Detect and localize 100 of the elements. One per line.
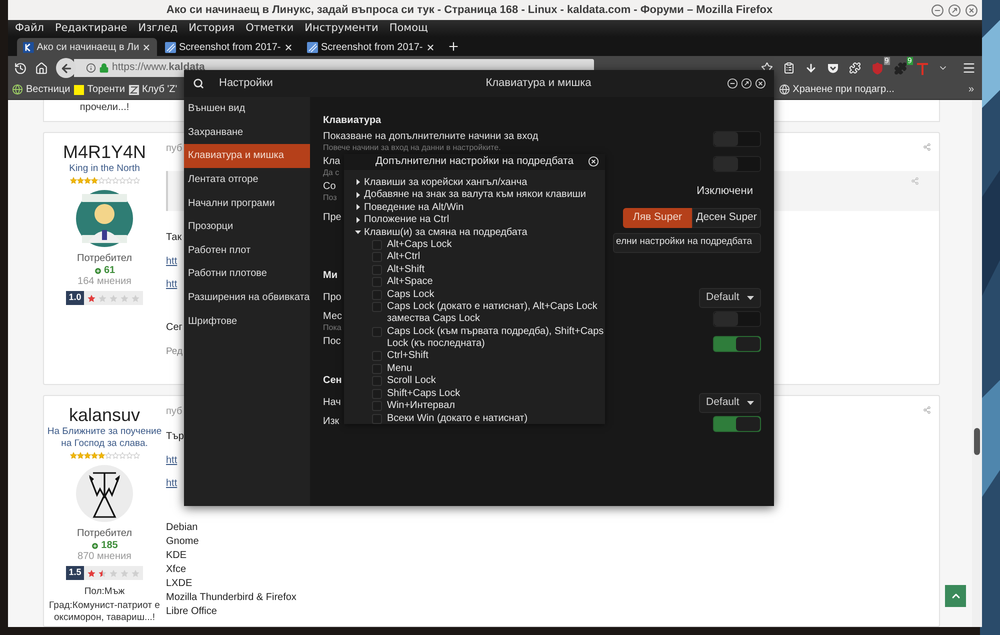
checkbox[interactable]	[372, 240, 382, 250]
scrollbar-thumb[interactable]	[974, 428, 980, 455]
close-tab-icon[interactable]	[284, 42, 293, 52]
more-bookmarks[interactable]: »	[968, 82, 974, 97]
option-label[interactable]: Menu	[387, 362, 605, 375]
search-icon[interactable]	[193, 78, 204, 89]
sidebar-item[interactable]: Работен плот	[184, 238, 310, 262]
menu-item[interactable]: История	[188, 20, 235, 36]
menu-item[interactable]: Помощ	[389, 20, 428, 36]
sidebar-item[interactable]: Клавиатура и мишка	[184, 144, 310, 168]
scroll-top-button[interactable]	[945, 585, 966, 607]
sidebar-item[interactable]: Лентата отгоре	[184, 168, 310, 192]
sidebar-item[interactable]: Разширения на обвивката	[184, 286, 310, 310]
tree-item[interactable]: Клавиши за корейски хангъл/ханча	[364, 174, 528, 190]
bookmark-item[interactable]: Вестници	[12, 82, 70, 97]
checkbox[interactable]	[372, 326, 382, 337]
checkbox[interactable]	[372, 264, 382, 275]
history-icon[interactable]	[14, 62, 27, 74]
checkbox[interactable]	[372, 351, 382, 362]
dropdown[interactable]: Default	[699, 392, 761, 412]
toggle-switch[interactable]	[713, 416, 761, 432]
share-icon[interactable]	[923, 406, 931, 414]
menu-icon[interactable]	[962, 61, 976, 75]
checkbox[interactable]	[372, 401, 382, 412]
toggle-switch[interactable]	[713, 336, 761, 352]
collapsed-triangle-icon[interactable]	[355, 216, 361, 222]
post-link[interactable]: htt	[166, 454, 178, 468]
back-button[interactable]	[56, 58, 76, 78]
option-label[interactable]: Alt+Shift	[387, 264, 605, 276]
sidebar-item[interactable]: Начални програми	[184, 191, 310, 215]
tree-item[interactable]: Положение на Ctrl	[364, 212, 450, 227]
segment-tab[interactable]: Ляв Super	[623, 208, 692, 228]
checkbox[interactable]	[372, 376, 382, 386]
option-label[interactable]: Scroll Lock	[387, 375, 605, 388]
browser-tab[interactable]: Ако си начинаещ в Ли	[17, 38, 157, 56]
option-label[interactable]: Всеки Win (докато е натиснат)	[387, 412, 605, 425]
pocket-icon[interactable]	[827, 62, 839, 74]
checkbox[interactable]	[372, 414, 382, 424]
menu-item[interactable]: Инструменти	[304, 20, 378, 36]
post-link[interactable]: htt	[166, 254, 178, 268]
author-name[interactable]: kalansuv	[68, 404, 140, 426]
dropdown[interactable]: Default	[699, 288, 761, 308]
emblem-avatar-drawing	[76, 465, 133, 522]
checkbox[interactable]	[372, 302, 382, 312]
segment-tab[interactable]: Десен Super	[692, 208, 761, 228]
option-label[interactable]: Caps Lock (към първата подредба), Shift+Caps Lock (къ последната)	[387, 326, 605, 350]
scrollbar[interactable]	[972, 100, 982, 627]
close-tab-icon[interactable]	[142, 42, 151, 52]
menu-item[interactable]: Файл	[15, 20, 44, 36]
sidebar-item[interactable]: Работни плотове	[184, 262, 310, 286]
author-name[interactable]: M4R1Y4N	[62, 141, 146, 163]
checkbox[interactable]	[372, 252, 382, 262]
download-icon[interactable]	[805, 62, 817, 74]
sidebar-item[interactable]: Захранване	[184, 120, 310, 144]
option-label[interactable]: Shift+Caps Lock	[387, 388, 605, 400]
share-icon[interactable]	[923, 143, 931, 151]
option-label[interactable]: Alt+Caps Lock	[387, 238, 605, 251]
checkbox[interactable]	[372, 388, 382, 399]
setting-label: Со	[323, 181, 337, 193]
menu-item[interactable]: Изглед	[138, 20, 178, 36]
tree-item[interactable]: Добавяне на знак за валута към някои клавиши	[364, 187, 586, 202]
expanded-triangle-icon[interactable]	[355, 229, 361, 235]
menu-item[interactable]: Отметки	[246, 20, 294, 36]
checkbox[interactable]	[372, 290, 382, 300]
empty-star-icon	[98, 294, 108, 302]
menu-item[interactable]: Редактиране	[55, 20, 128, 36]
checkbox[interactable]	[372, 364, 382, 374]
layout-options-button[interactable]: елни настройки на подредбата	[613, 232, 761, 252]
tree-item[interactable]: Поведение на Alt/Win	[364, 200, 464, 214]
sidebar-item[interactable]: Външен вид	[184, 97, 310, 121]
tree-item[interactable]: Клавиш(и) за смяна на подредбата	[364, 224, 528, 240]
option-label[interactable]: Alt+Space	[387, 276, 605, 288]
option-label[interactable]: Win+Интервал	[387, 400, 605, 412]
checkbox[interactable]	[372, 277, 382, 288]
option-label[interactable]: Caps Lock	[387, 288, 605, 301]
collapsed-triangle-icon[interactable]	[355, 192, 361, 198]
member-group: Потребител	[77, 253, 132, 265]
minimize-icon[interactable]	[727, 78, 738, 89]
home-icon[interactable]	[35, 62, 48, 74]
close-tab-icon[interactable]	[426, 42, 435, 52]
bookmark-item[interactable]: Торенти	[74, 82, 125, 97]
option-label[interactable]: Ctrl+Shift	[387, 350, 605, 362]
reputation-icon	[91, 542, 100, 550]
close-icon[interactable]	[755, 78, 766, 89]
post-text: LXDE	[166, 577, 192, 591]
post-text: Так	[166, 231, 182, 245]
clipboard-icon[interactable]	[783, 62, 795, 74]
post-link[interactable]: htt	[166, 278, 178, 292]
sidebar-item[interactable]: Прозорци	[184, 214, 310, 239]
restore-icon[interactable]	[741, 78, 752, 89]
option-label[interactable]: Alt+Ctrl	[387, 251, 605, 264]
sidebar-item[interactable]: Шрифтове	[184, 309, 310, 333]
collapsed-triangle-icon[interactable]	[355, 179, 361, 185]
bookmark-item[interactable]: Хранене при подагр...	[778, 82, 894, 97]
post-link[interactable]: htt	[166, 477, 178, 491]
rating-score: 1.5	[66, 566, 84, 580]
bookmark-item[interactable]: Клуб 'Z'	[128, 82, 178, 97]
new-tab-icon[interactable]	[447, 40, 460, 53]
collapsed-triangle-icon[interactable]	[355, 204, 361, 210]
option-label[interactable]: Caps Lock (докато е натиснат), Alt+Caps Lock замества Caps Lock	[387, 301, 605, 326]
